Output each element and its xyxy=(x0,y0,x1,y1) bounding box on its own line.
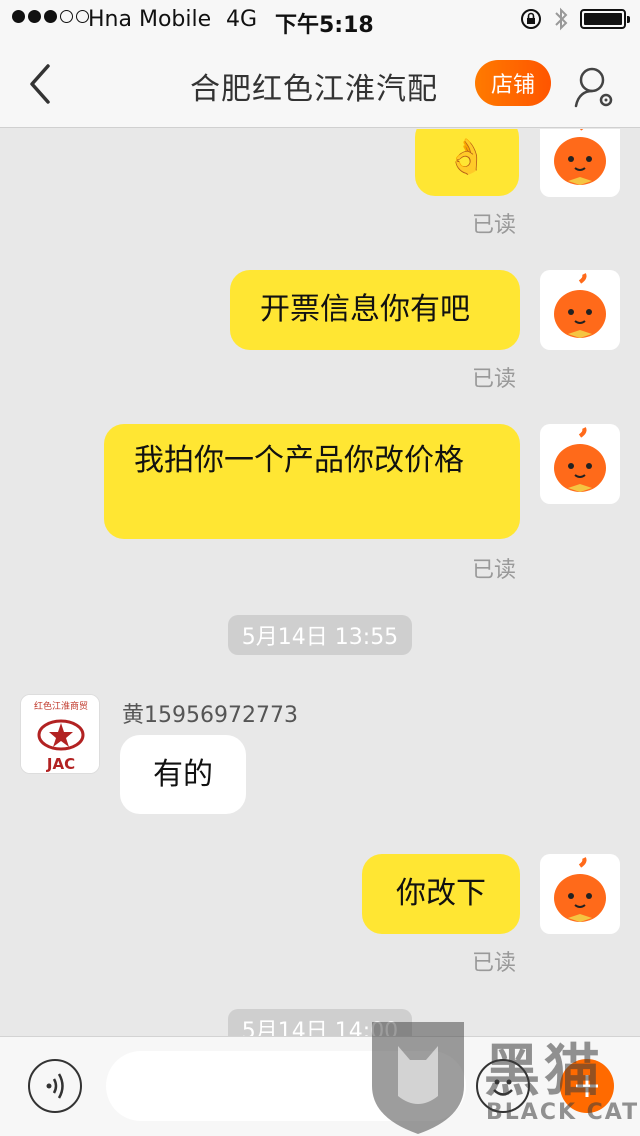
more-options-button[interactable] xyxy=(560,1059,614,1113)
message-bubble[interactable]: 有的 xyxy=(120,735,246,814)
orange-mascot-icon xyxy=(554,857,606,922)
time-divider: 5月14日 14:00 xyxy=(228,1009,412,1036)
message-text: 我拍你一个产品你改价格 xyxy=(134,443,464,478)
my-avatar[interactable] xyxy=(540,270,620,350)
orange-mascot-icon xyxy=(554,427,606,492)
my-avatar[interactable] xyxy=(540,854,620,934)
message-text: 有的 xyxy=(153,756,213,792)
shop-button[interactable]: 店铺 xyxy=(475,60,551,106)
status-bar: Hna Mobile 4G 下午5:18 xyxy=(0,0,640,40)
rotation-lock-icon xyxy=(521,9,541,29)
my-avatar[interactable] xyxy=(540,129,620,197)
message-bubble[interactable]: 我拍你一个产品你改价格 xyxy=(104,424,520,539)
bluetooth-icon xyxy=(555,7,568,31)
read-receipt: 已读 xyxy=(472,558,517,583)
read-receipt: 已读 xyxy=(472,367,517,392)
message-bubble[interactable]: 开票信息你有吧 xyxy=(230,270,520,350)
navigation-bar: 合肥红色江淮汽配 店铺 xyxy=(0,40,640,128)
message-bubble[interactable]: 👌 xyxy=(415,129,519,196)
chat-message-list[interactable]: 👌 已读 开票信息你有吧 已读 我拍你一个产品你改价格 已读 5月14日 13:… xyxy=(0,129,640,1036)
voice-input-button[interactable] xyxy=(28,1059,82,1113)
read-receipt: 已读 xyxy=(472,951,517,976)
time-divider: 5月14日 13:55 xyxy=(228,615,412,655)
my-avatar[interactable] xyxy=(540,424,620,504)
message-text: 你改下 xyxy=(396,876,486,911)
ok-hand-emoji: 👌 xyxy=(445,136,489,177)
sound-wave-icon xyxy=(46,1073,64,1099)
emoji-button[interactable] xyxy=(476,1059,530,1113)
input-bar xyxy=(0,1036,640,1136)
network-type: 4G xyxy=(226,7,258,32)
message-text: 开票信息你有吧 xyxy=(260,292,470,327)
plus-icon xyxy=(576,1075,598,1097)
orange-mascot-icon xyxy=(554,273,606,338)
contact-avatar[interactable]: 红色江淮商贸 JAC xyxy=(20,694,100,774)
clock: 下午5:18 xyxy=(275,13,374,38)
carrier-name: Hna Mobile xyxy=(88,7,212,32)
read-receipt: 已读 xyxy=(472,213,517,238)
smiley-icon xyxy=(493,1079,513,1096)
orange-mascot-icon xyxy=(554,129,606,185)
svg-text:红色江淮商贸: 红色江淮商贸 xyxy=(34,700,88,712)
back-arrow-icon[interactable] xyxy=(22,60,62,108)
message-bubble[interactable]: 你改下 xyxy=(362,854,520,934)
battery-icon xyxy=(580,9,630,29)
message-input[interactable] xyxy=(106,1051,466,1121)
jac-logo-icon: 红色江淮商贸 JAC xyxy=(21,695,99,773)
signal-strength-icon xyxy=(12,10,89,23)
chat-title: 合肥红色江淮汽配 xyxy=(190,72,438,107)
status-icons xyxy=(520,7,630,31)
svg-text:JAC: JAC xyxy=(46,755,75,773)
sender-name: 黄15956972773 xyxy=(122,703,298,728)
user-settings-icon[interactable] xyxy=(570,62,620,112)
